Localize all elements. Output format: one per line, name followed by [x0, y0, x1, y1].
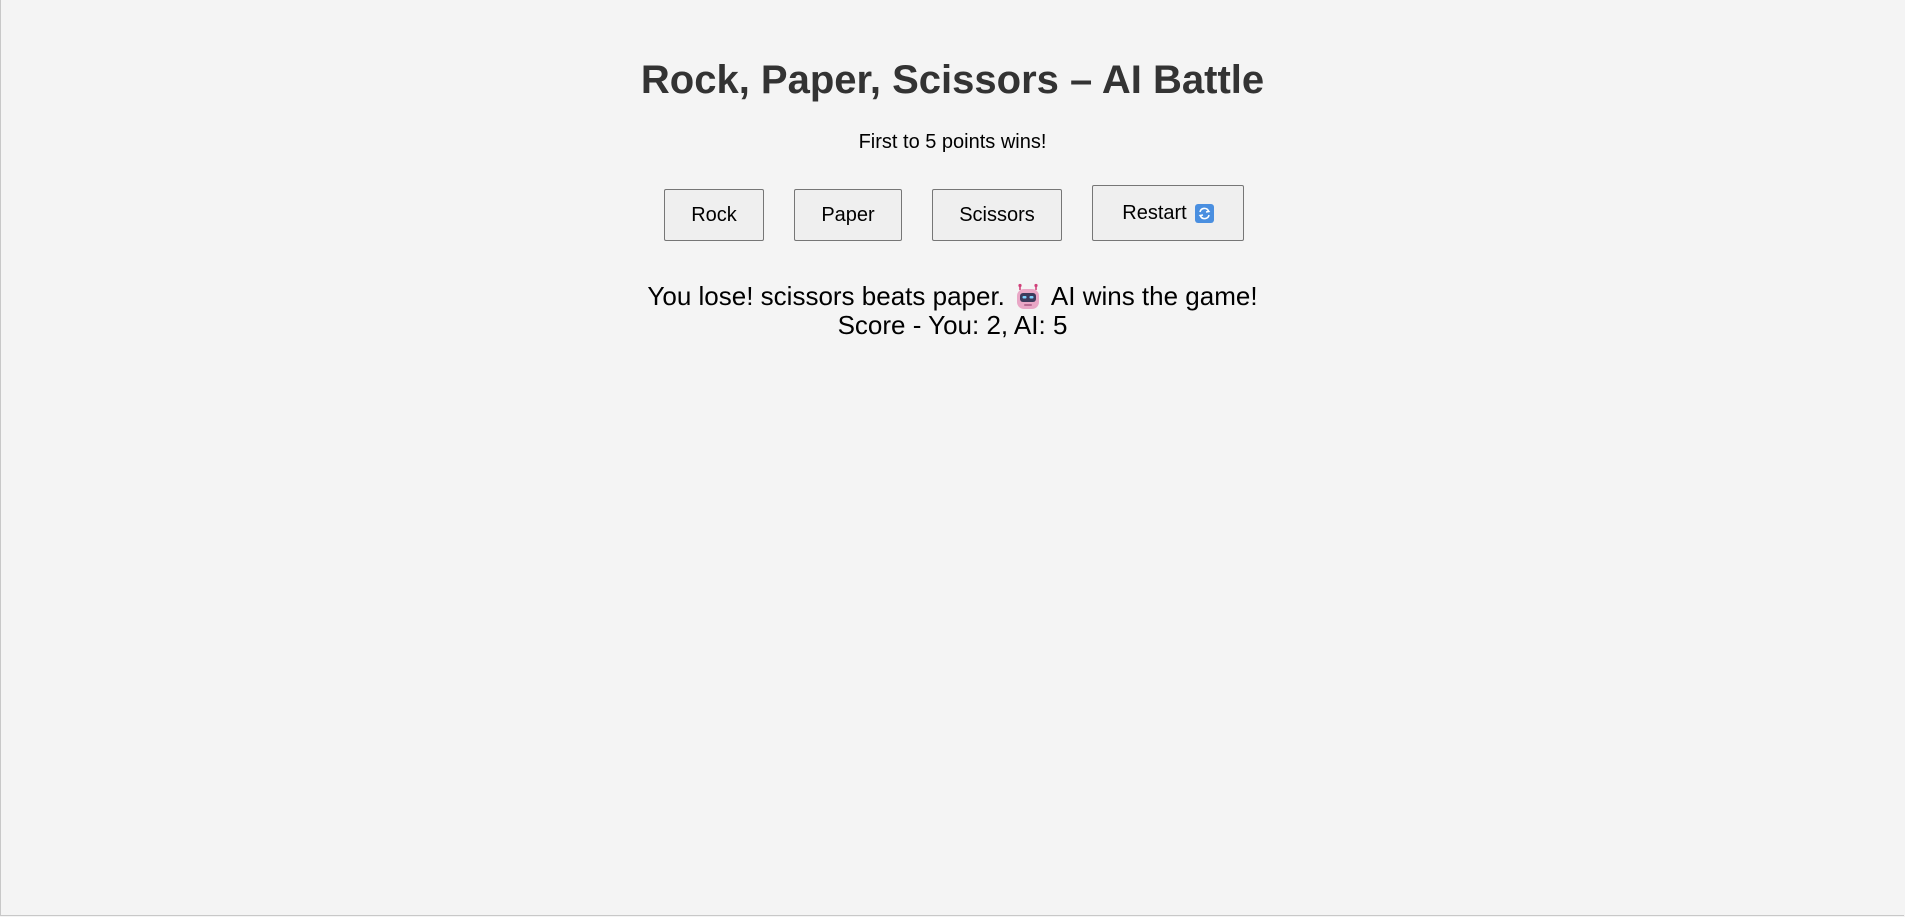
page-title: Rock, Paper, Scissors – AI Battle — [640, 58, 1265, 102]
result-text-before: You lose! scissors beats paper. — [647, 281, 1005, 311]
subtitle: First to 5 points wins! — [858, 131, 1047, 153]
restart-label: Restart — [1122, 201, 1187, 224]
score-text: Score - You: 2, AI: 5 — [837, 310, 1068, 340]
result-message: You lose! scissors beats paper. AI wins … — [0, 282, 1905, 311]
restart-button[interactable]: Restart — [1092, 185, 1244, 241]
refresh-icon — [1194, 203, 1214, 223]
result-text-after: AI wins the game! — [1050, 281, 1258, 311]
result-panel: You lose! scissors beats paper. AI wins … — [0, 282, 1905, 340]
restart-inner: Restart — [1122, 201, 1214, 225]
robot-icon — [1014, 283, 1042, 311]
rock-button[interactable]: Rock — [664, 189, 764, 241]
paper-button[interactable]: Paper — [794, 189, 902, 241]
scissors-button[interactable]: Scissors — [932, 189, 1062, 241]
